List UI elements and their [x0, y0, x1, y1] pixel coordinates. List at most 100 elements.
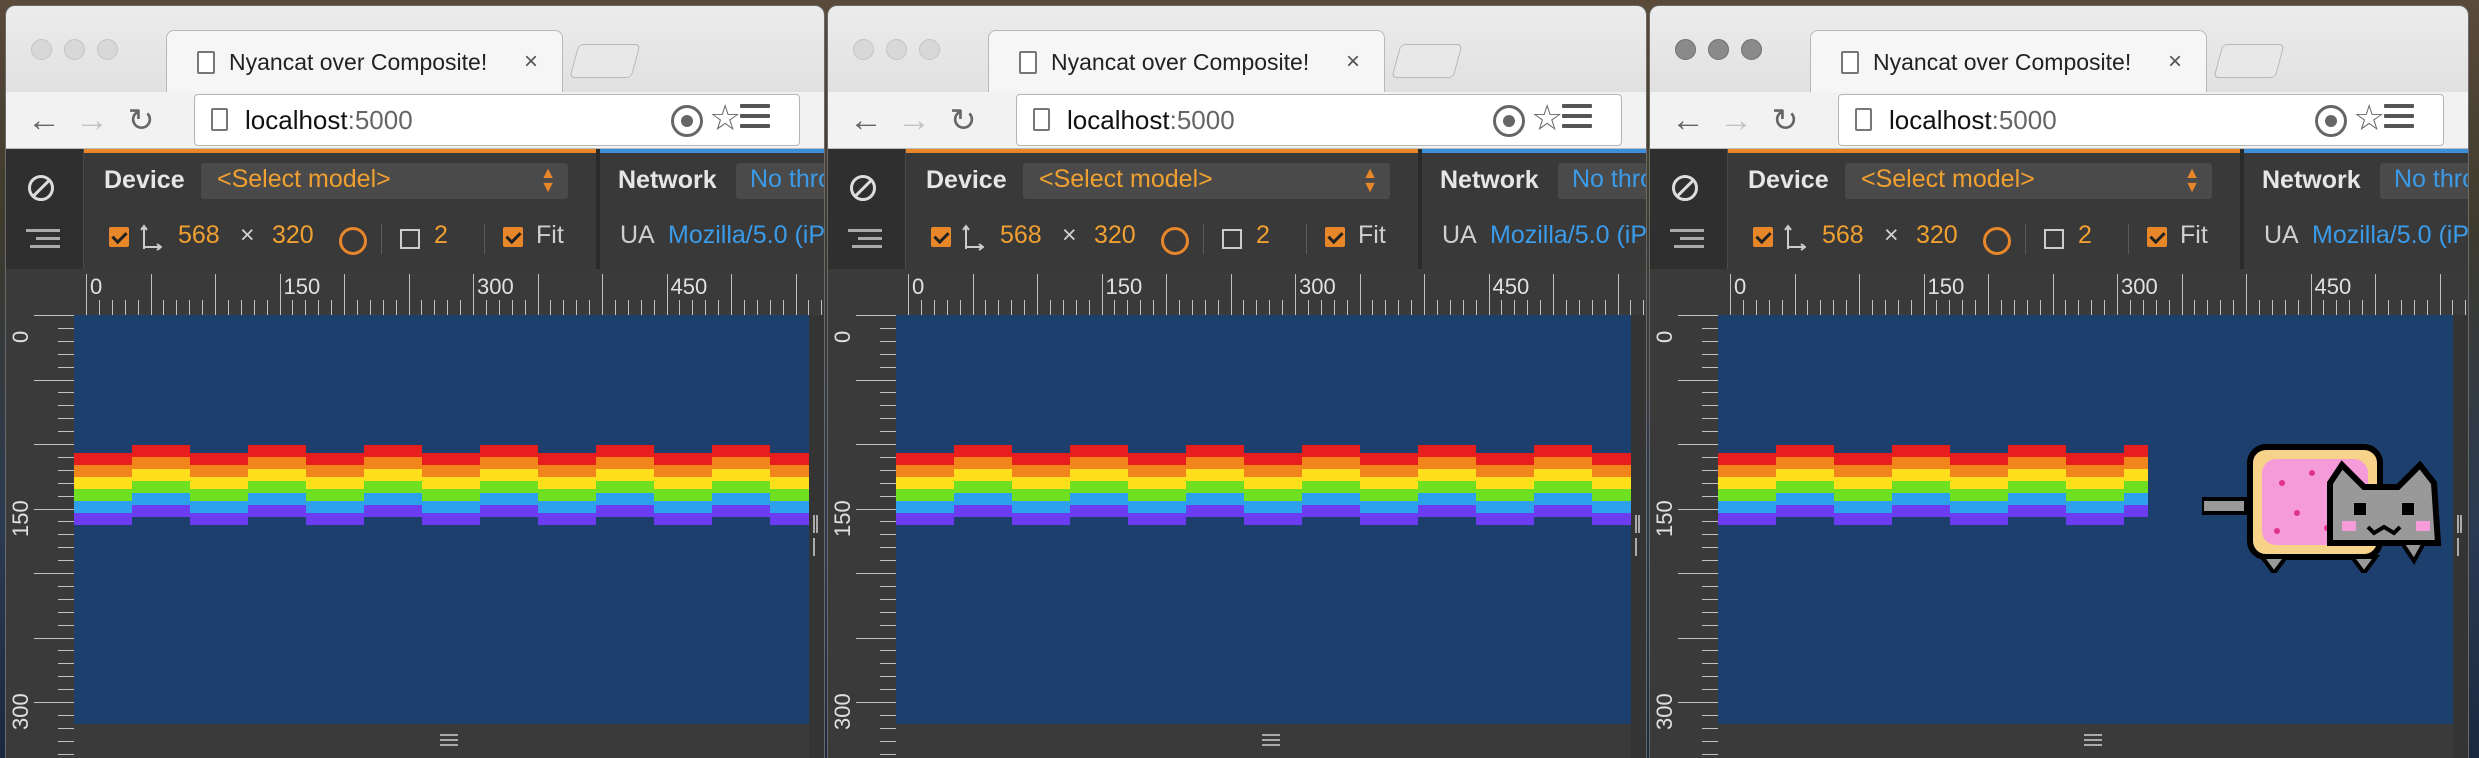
ruler-tick	[1011, 300, 1013, 315]
device-model-select[interactable]: <Select model> ▲ ▼	[1023, 163, 1390, 199]
resolution-checkbox[interactable]	[931, 227, 951, 247]
new-tab-button[interactable]	[2213, 44, 2285, 78]
back-icon[interactable]: ←	[26, 102, 62, 138]
device-mode-icon[interactable]	[848, 229, 882, 251]
reload-icon[interactable]: ↻	[123, 102, 159, 138]
close-window-button[interactable]	[853, 39, 874, 60]
device-model-select[interactable]: <Select model> ▲ ▼	[201, 163, 568, 199]
address-bar[interactable]: localhost:5000 ☆	[194, 94, 800, 146]
close-window-button[interactable]	[31, 39, 52, 60]
url-text[interactable]: localhost:5000	[245, 105, 413, 136]
width-value[interactable]: 568	[1822, 221, 1864, 250]
ruler-tick	[743, 300, 745, 315]
ruler-tick	[795, 274, 797, 315]
width-value[interactable]: 568	[1000, 221, 1042, 250]
rotate-icon[interactable]	[1983, 227, 2011, 255]
resize-grip-icon[interactable]	[2457, 515, 2465, 556]
resize-grip-icon[interactable]	[2084, 734, 2102, 749]
width-value[interactable]: 568	[178, 221, 220, 250]
resize-grip-icon[interactable]	[1635, 515, 1643, 556]
bottom-resizer[interactable]	[896, 724, 1646, 758]
user-agent-value[interactable]: Mozilla/5.0 (iP	[668, 221, 824, 250]
resize-grip-icon[interactable]	[813, 515, 821, 556]
zoom-window-button[interactable]	[97, 39, 118, 60]
block-icon[interactable]	[1672, 175, 1698, 201]
minimize-window-button[interactable]	[1708, 39, 1729, 60]
device-mode-icon[interactable]	[1670, 229, 1704, 251]
back-icon[interactable]: ←	[1670, 102, 1706, 138]
ruler-tick	[1269, 300, 1271, 315]
dpr-value[interactable]: 2	[434, 221, 448, 250]
url-text[interactable]: localhost:5000	[1889, 105, 2057, 136]
rainbow-segment	[2066, 489, 2124, 501]
rotate-icon[interactable]	[339, 227, 367, 255]
star-icon[interactable]: ☆	[2353, 97, 2385, 139]
right-resizer[interactable]	[809, 315, 824, 758]
location-icon[interactable]	[671, 105, 703, 137]
network-throttle-select[interactable]: No thro	[736, 163, 824, 199]
rainbow-segment	[1892, 445, 1950, 457]
forward-icon[interactable]: →	[896, 102, 932, 138]
menu-icon[interactable]	[1562, 104, 1592, 132]
tab-active[interactable]: Nyancat over Composite! ×	[988, 30, 1385, 93]
new-tab-button[interactable]	[569, 44, 641, 78]
resize-grip-icon[interactable]	[1262, 734, 1280, 749]
tab-close-icon[interactable]: ×	[520, 48, 542, 76]
url-text[interactable]: localhost:5000	[1067, 105, 1235, 136]
resize-grip-icon[interactable]	[440, 734, 458, 749]
tab-close-icon[interactable]: ×	[2164, 48, 2186, 76]
fit-checkbox[interactable]	[2147, 227, 2167, 247]
right-resizer[interactable]	[2453, 315, 2468, 758]
location-icon[interactable]	[1493, 105, 1525, 137]
minimize-window-button[interactable]	[64, 39, 85, 60]
menu-icon[interactable]	[740, 104, 770, 132]
rainbow-segment	[1302, 481, 1360, 493]
new-tab-button[interactable]	[1391, 44, 1463, 78]
height-value[interactable]: 320	[1916, 221, 1958, 250]
resolution-icon	[962, 224, 984, 251]
height-value[interactable]: 320	[1094, 221, 1136, 250]
menu-icon[interactable]	[2384, 104, 2414, 132]
star-icon[interactable]: ☆	[1531, 97, 1563, 139]
dpr-value[interactable]: 2	[2078, 221, 2092, 250]
bottom-resizer[interactable]	[1718, 724, 2468, 758]
dpr-value[interactable]: 2	[1256, 221, 1270, 250]
reload-icon[interactable]: ↻	[1767, 102, 1803, 138]
height-value[interactable]: 320	[272, 221, 314, 250]
user-agent-value[interactable]: Mozilla/5.0 (iP	[1490, 221, 1646, 250]
reload-icon[interactable]: ↻	[945, 102, 981, 138]
fit-checkbox[interactable]	[503, 227, 523, 247]
device-mode-icon[interactable]	[26, 229, 60, 251]
zoom-window-button[interactable]	[919, 39, 940, 60]
minimize-window-button[interactable]	[886, 39, 907, 60]
tab-close-icon[interactable]: ×	[1342, 48, 1364, 76]
star-icon[interactable]: ☆	[709, 97, 741, 139]
zoom-window-button[interactable]	[1741, 39, 1762, 60]
block-icon[interactable]	[28, 175, 54, 201]
resolution-checkbox[interactable]	[109, 227, 129, 247]
location-icon[interactable]	[2315, 105, 2347, 137]
address-bar[interactable]: localhost:5000 ☆	[1016, 94, 1622, 146]
tab-active[interactable]: Nyancat over Composite! ×	[1810, 30, 2207, 93]
network-throttle-select[interactable]: No thro	[1558, 163, 1646, 199]
ruler-tick	[2349, 300, 2351, 315]
device-model-select[interactable]: <Select model> ▲ ▼	[1845, 163, 2212, 199]
user-agent-value[interactable]: Mozilla/5.0 (iP	[2312, 221, 2468, 250]
ruler-tick	[34, 444, 74, 445]
close-window-button[interactable]	[1675, 39, 1696, 60]
forward-icon[interactable]: →	[74, 102, 110, 138]
network-throttle-select[interactable]: No thro	[2380, 163, 2468, 199]
bottom-resizer[interactable]	[74, 724, 824, 758]
ruler-tick	[880, 560, 896, 562]
forward-icon[interactable]: →	[1718, 102, 1754, 138]
tab-active[interactable]: Nyancat over Composite! ×	[166, 30, 563, 93]
block-icon[interactable]	[850, 175, 876, 201]
back-icon[interactable]: ←	[848, 102, 884, 138]
right-resizer[interactable]	[1631, 315, 1646, 758]
fit-checkbox[interactable]	[1325, 227, 1345, 247]
rotate-icon[interactable]	[1161, 227, 1189, 255]
ruler-tick	[1702, 598, 1718, 600]
resolution-checkbox[interactable]	[1753, 227, 1773, 247]
ruler-tick	[856, 315, 896, 316]
address-bar[interactable]: localhost:5000 ☆	[1838, 94, 2444, 146]
